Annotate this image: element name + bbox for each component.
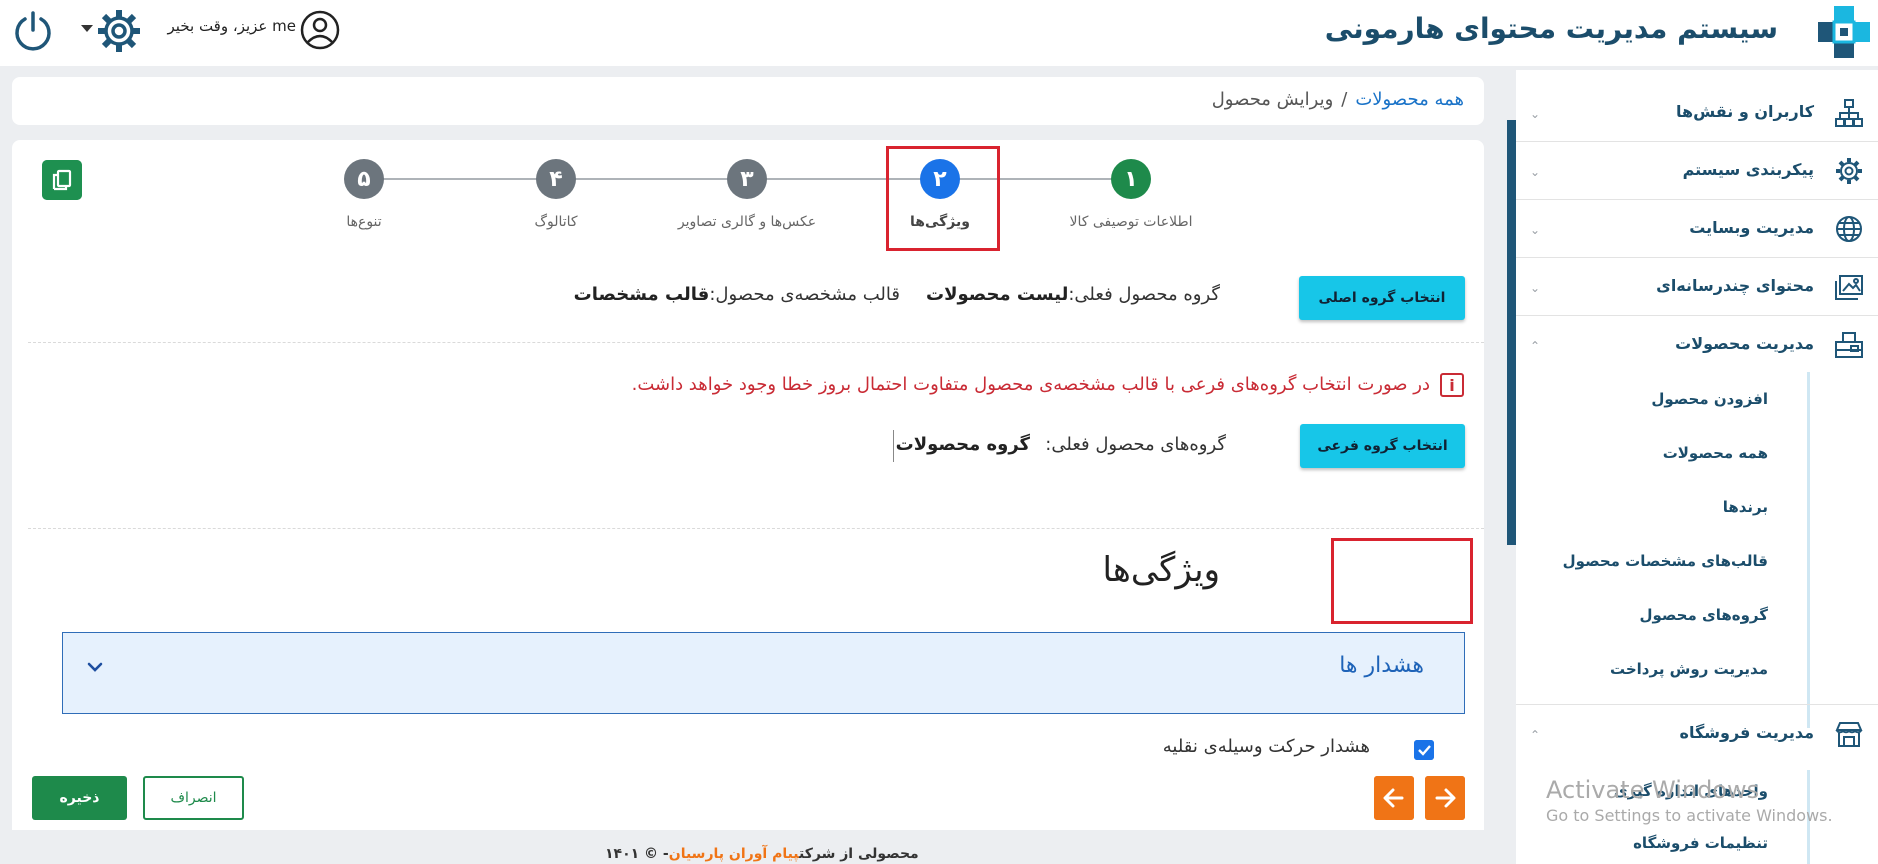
top-header: سیستم مدیریت محتوای هارمونی me عزیز، وقت… <box>0 0 1878 66</box>
store-icon <box>1835 722 1863 747</box>
sidebar-item-store[interactable]: مدیریت فروشگاه ⌃ <box>1516 704 1878 762</box>
alerts-accordion[interactable]: هشدار ها <box>62 632 1465 714</box>
sidebar-item-label: مدیریت فروشگاه <box>1679 723 1815 742</box>
features-title: ویژگی‌ها <box>1102 550 1220 590</box>
prev-step-button[interactable] <box>1374 776 1414 820</box>
harmony-logo-icon <box>1818 6 1870 58</box>
submenu-guide-line <box>1807 372 1810 728</box>
groups-separator <box>893 430 894 462</box>
step-3-circle[interactable]: ۳ <box>727 159 767 199</box>
breadcrumb-separator: / <box>1341 89 1348 110</box>
save-button[interactable]: ذخیره <box>32 776 127 820</box>
chevron-down-icon: ⌄ <box>1530 281 1541 295</box>
sidebar-item-system-config[interactable]: پیکربندی سیستم ⌄ <box>1516 142 1878 200</box>
sidebar-sub-product-groups[interactable]: گروه‌های محصول <box>1639 606 1768 624</box>
step-5-circle[interactable]: ۵ <box>344 159 384 199</box>
copyright-suffix: - © ۱۴۰۱ <box>605 846 669 862</box>
current-groups-value: گروه محصولات <box>895 434 1030 455</box>
chevron-down-icon: ⌄ <box>1530 165 1541 179</box>
chevron-up-icon: ⌃ <box>1530 728 1541 742</box>
app-title: سیستم مدیریت محتوای هارمونی <box>1324 12 1778 45</box>
gear-icon <box>1836 158 1862 184</box>
step-1-circle[interactable]: ۱ <box>1111 159 1151 199</box>
sidebar-sub-store-settings[interactable]: تنظیمات فروشگاه <box>1633 834 1768 852</box>
sidebar-item-label: پیکربندی سیستم <box>1682 160 1814 179</box>
power-icon[interactable] <box>12 10 54 52</box>
copy-icon[interactable] <box>42 160 82 200</box>
step-2-highlight-box <box>886 146 1000 251</box>
select-main-group-button[interactable]: انتخاب گروه اصلی <box>1299 276 1465 320</box>
activate-windows-title: Activate Windows <box>1546 776 1760 804</box>
current-groups-label: گروه‌های محصول فعلی: <box>1045 434 1226 455</box>
section-divider <box>28 342 1484 343</box>
globe-icon <box>1836 216 1862 242</box>
user-greeting: me عزیز، وقت بخیر <box>167 17 296 35</box>
main-card <box>12 140 1484 830</box>
breadcrumb-current: ویرایش محصول <box>1211 89 1334 110</box>
chevron-up-icon: ⌃ <box>1530 339 1541 353</box>
copyright-prefix: محصولی از شرکت <box>799 846 919 862</box>
step-1-label[interactable]: اطلاعات توصیفی کالا <box>1051 214 1211 230</box>
sidebar-item-label: مدیریت محصولات <box>1675 334 1814 353</box>
step-4-circle[interactable]: ۴ <box>536 159 576 199</box>
settings-gear-icon[interactable] <box>96 8 142 54</box>
sidebar-item-multimedia[interactable]: محتوای چندرسانه‌ای ⌄ <box>1516 258 1878 316</box>
group-warning-text: در صورت انتخاب گروه‌های فرعی با قالب مشخ… <box>631 374 1430 395</box>
spec-template-value: قالب مشخصات <box>573 284 710 305</box>
user-avatar-icon[interactable] <box>300 10 340 50</box>
spec-template-label: قالب مشخصه‌ی محصول: <box>709 284 900 305</box>
copyright-brand-link[interactable]: پیام آوران پارسیان <box>669 846 799 862</box>
step-4-label[interactable]: کاتالوگ <box>476 214 636 230</box>
sidebar-sub-payment-methods[interactable]: مدیریت روش پرداخت <box>1610 660 1768 678</box>
current-group-info: گروه محصول فعلی:لیست محصولات <box>926 284 1220 305</box>
sidebar-item-products[interactable]: مدیریت محصولات ⌃ <box>1516 316 1878 374</box>
activate-windows-watermark: Activate Windows Go to Settings to activ… <box>1546 776 1833 825</box>
images-icon <box>1835 275 1863 300</box>
sidebar-sub-add-product[interactable]: افزودن محصول <box>1651 390 1768 408</box>
chevron-down-icon[interactable] <box>85 657 105 677</box>
sidebar-scroll-accent <box>1507 120 1516 545</box>
alerts-accordion-title: هشدار ها <box>1339 653 1424 678</box>
select-sub-group-button[interactable]: انتخاب گروه فرعی <box>1300 424 1465 468</box>
sidebar-sub-brands[interactable]: برندها <box>1723 498 1768 516</box>
sitemap-icon <box>1835 99 1863 127</box>
sidebar-sub-spec-templates[interactable]: قالب‌های مشخصات محصول <box>1563 552 1768 570</box>
sidebar-item-label: مدیریت وبسایت <box>1689 218 1814 237</box>
features-title-highlight-box <box>1331 538 1473 624</box>
sidebar-item-website[interactable]: مدیریت وبسایت ⌄ <box>1516 200 1878 258</box>
step-3-label[interactable]: عکس‌ها و گالری تصاویر <box>667 214 827 230</box>
copyright: محصولی از شرکتپیام آوران پارسیان- © ۱۴۰۱ <box>605 846 919 862</box>
activate-windows-subtitle: Go to Settings to activate Windows. <box>1546 806 1833 825</box>
current-group-label: گروه محصول فعلی: <box>1068 284 1220 305</box>
sidebar: کاربران و نقش‌ها ⌄ پیکربندی سیستم ⌄ مدیر… <box>1516 70 1878 864</box>
chevron-down-icon: ⌄ <box>1530 107 1541 121</box>
section-divider <box>28 528 1484 529</box>
breadcrumb-card: همه محصولات / ویرایش محصول <box>12 77 1484 125</box>
step-5-label[interactable]: تنوع‌ها <box>284 214 444 230</box>
breadcrumb-all-products-link[interactable]: همه محصولات <box>1355 89 1464 110</box>
sidebar-item-label: محتوای چندرسانه‌ای <box>1656 276 1814 295</box>
sidebar-item-label: کاربران و نقش‌ها <box>1676 102 1814 121</box>
settings-dropdown-caret-icon[interactable] <box>81 25 93 32</box>
cancel-button[interactable]: انصراف <box>143 776 244 820</box>
current-group-value: لیست محصولات <box>925 284 1069 305</box>
chevron-down-icon: ⌄ <box>1530 223 1541 237</box>
vehicle-movement-alert-label: هشدار حرکت وسیله‌ی نقلیه <box>1162 736 1370 757</box>
sidebar-item-users-roles[interactable]: کاربران و نقش‌ها ⌄ <box>1516 84 1878 142</box>
next-step-button[interactable] <box>1425 776 1465 820</box>
info-warning-icon: i <box>1440 373 1464 397</box>
spec-template-info: قالب مشخصه‌ی محصول:قالب مشخصات <box>574 284 900 305</box>
breadcrumb: همه محصولات / ویرایش محصول <box>1212 89 1464 110</box>
products-icon <box>1835 332 1863 358</box>
vehicle-movement-alert-checkbox[interactable] <box>1414 740 1434 760</box>
sidebar-sub-all-products[interactable]: همه محصولات <box>1663 444 1768 462</box>
